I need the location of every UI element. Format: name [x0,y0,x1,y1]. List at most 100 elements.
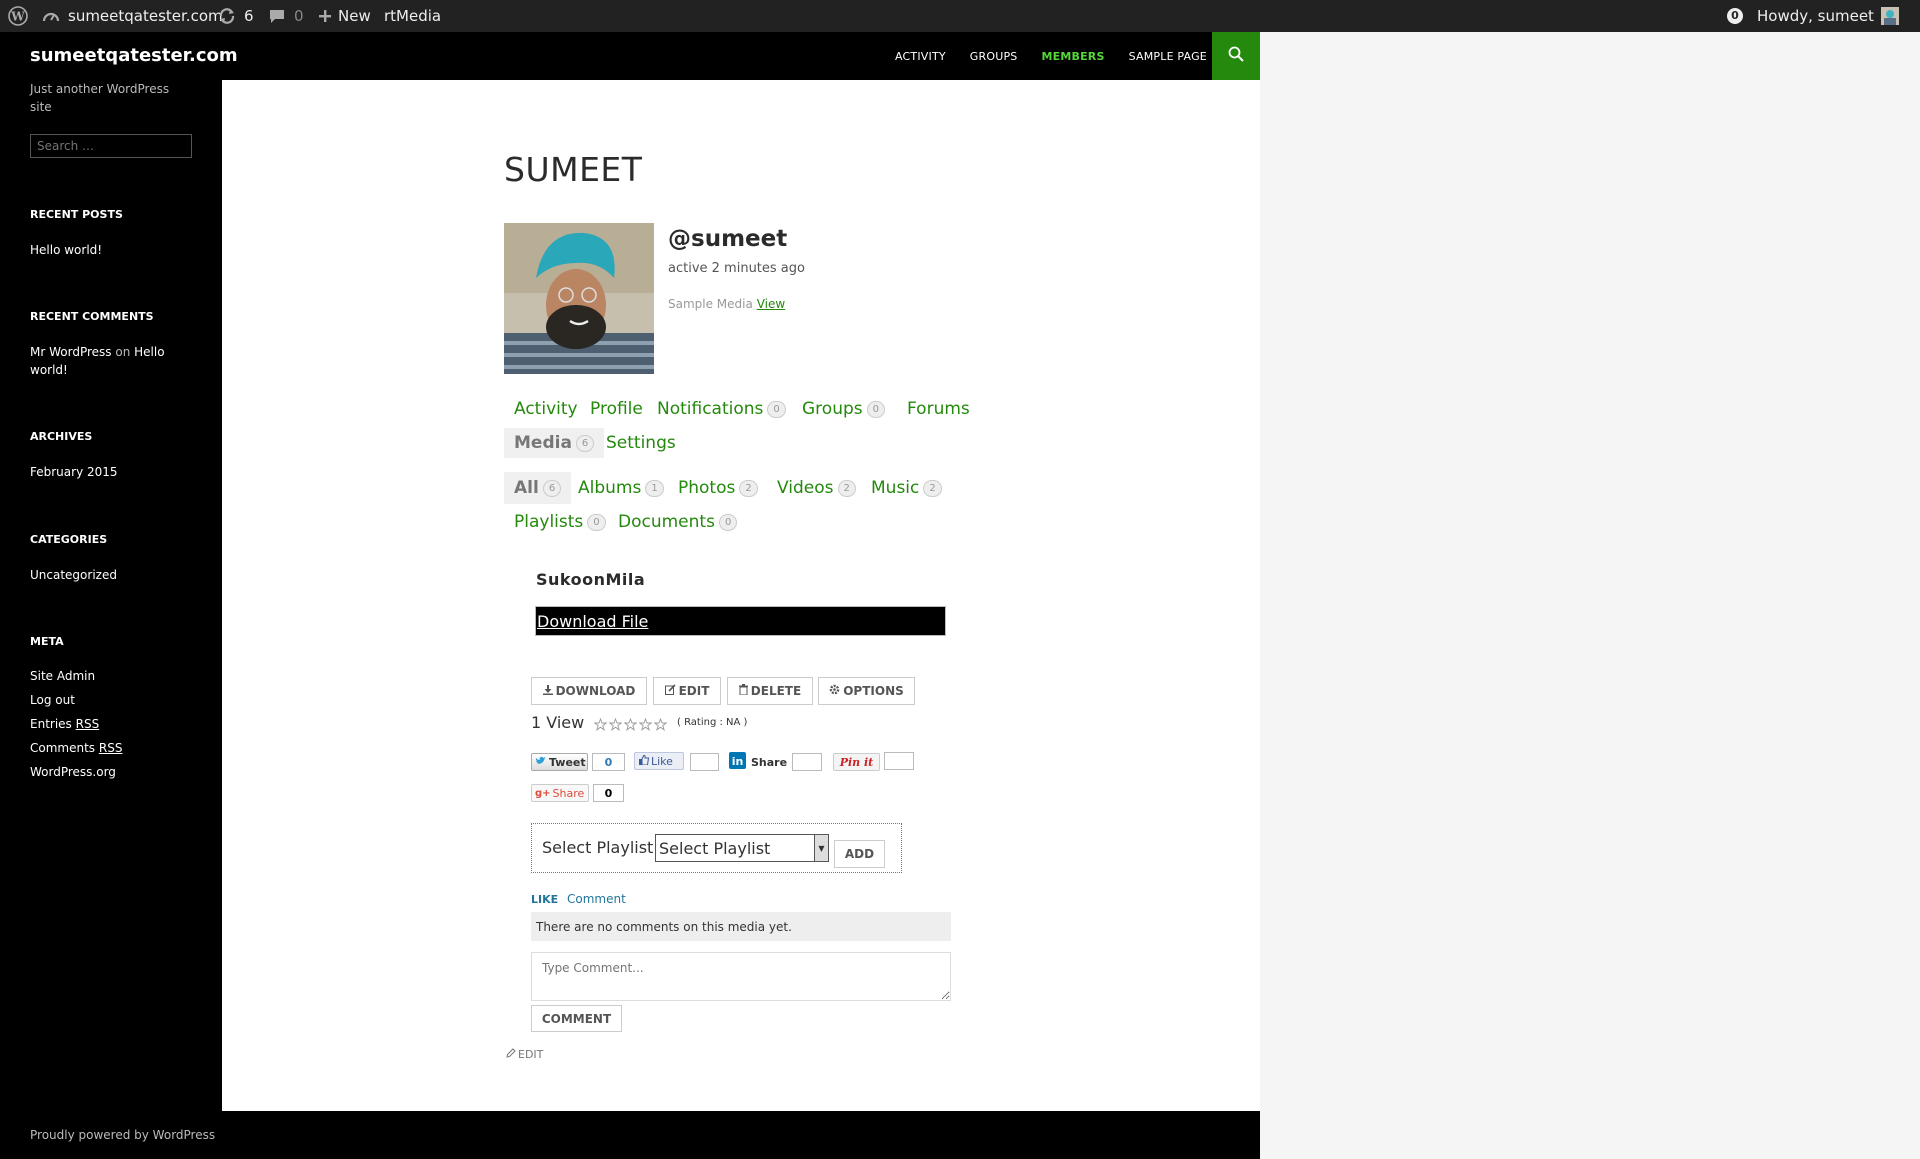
subtab-albums[interactable]: Albums 1 [568,472,674,504]
comments-menu[interactable]: 0 [268,0,304,32]
edit-button[interactable]: EDIT [653,677,721,705]
download-button[interactable]: DOWNLOAD [531,677,647,705]
nav-activity[interactable]: ACTIVITY [895,50,946,63]
trash-icon [738,684,748,698]
site-name-menu[interactable]: sumeetqatester.com [42,0,223,32]
subtab-documents[interactable]: Documents 0 [608,506,747,538]
footer-credit[interactable]: Proudly powered by WordPress [30,1128,215,1142]
meta-site-admin-link[interactable]: Site Admin [30,667,180,685]
count-badge: 0 [767,400,786,418]
subtab-playlists[interactable]: Playlists 0 [504,506,616,538]
wordpress-logo-icon[interactable]: W [8,0,28,32]
meta-logout-link[interactable]: Log out [30,691,180,709]
tab-label: All [514,478,539,498]
subtab-all[interactable]: All 6 [504,472,572,504]
count-badge: 2 [739,479,758,497]
pencil-icon [506,1048,516,1061]
linkedin-share-button[interactable]: in Share [729,752,788,771]
count-badge: 2 [923,479,942,497]
subtab-videos[interactable]: Videos 2 [767,472,866,504]
star-icon[interactable] [593,716,608,735]
tab-label: Media [514,433,572,453]
tab-label: Profile [590,399,643,419]
tweet-button[interactable]: Tweet [531,753,588,771]
twitter-bird-icon [535,756,546,769]
google-plus-count: 0 [593,784,624,802]
subtab-music[interactable]: Music 2 [861,472,952,504]
like-media-link[interactable]: LIKE [531,893,558,906]
star-icon[interactable] [638,716,653,735]
recent-comments-title: RECENT COMMENTS [30,310,154,323]
new-content-menu[interactable]: New [318,0,371,32]
star-icon[interactable] [623,716,638,735]
star-icon[interactable] [608,716,623,735]
updates-count: 6 [244,6,254,25]
tab-forums[interactable]: Forums [897,394,980,424]
media-player-box: Download File [535,606,946,636]
new-label: New [338,6,371,25]
facebook-like-button[interactable]: Like [634,752,684,770]
tab-profile[interactable]: Profile [580,394,653,424]
comment-link[interactable]: Comment [567,892,626,906]
notifications-menu[interactable]: 0 [1727,0,1747,32]
options-button[interactable]: OPTIONS [818,677,915,705]
svg-text:in: in [732,755,744,768]
tab-settings[interactable]: Settings [596,428,686,458]
site-title[interactable]: sumeetqatester.com [30,45,238,66]
gear-icon [829,684,840,698]
view-link[interactable]: View [757,297,785,311]
nav-members[interactable]: MEMBERS [1042,50,1105,63]
count-badge: 2 [837,479,856,497]
comment-post-link[interactable]: Hello [134,345,164,359]
updates-menu[interactable]: 6 [218,0,254,32]
thumbs-up-icon [639,753,650,768]
linkedin-share-label: Share [751,755,788,769]
rtmedia-menu[interactable]: rtMedia [384,0,441,32]
nav-groups[interactable]: GROUPS [970,50,1018,63]
playlist-select[interactable]: Select Playlist ▼ [655,834,829,862]
google-plus-share-button[interactable]: g+ Share [531,784,589,802]
options-label: OPTIONS [843,684,904,698]
edit-label: EDIT [518,1048,544,1061]
tab-groups[interactable]: Groups 0 [792,394,895,424]
add-to-playlist-button[interactable]: ADD [834,840,885,868]
comment-submit-button[interactable]: COMMENT [531,1005,622,1032]
tab-activity[interactable]: Activity [504,394,588,424]
star-icon[interactable] [653,716,668,735]
rss-abbr: RSS [75,717,100,731]
category-link[interactable]: Uncategorized [30,566,180,584]
site-name-label: sumeetqatester.com [68,6,223,25]
comment-post-link-cont[interactable]: world! [30,363,68,377]
tab-label: Photos [678,478,736,498]
comment-author-link[interactable]: Mr WordPress [30,345,112,359]
comment-input[interactable] [531,952,951,1001]
pinterest-pin-button[interactable]: Pin it [833,753,880,771]
nav-sample-page[interactable]: SAMPLE PAGE [1129,50,1207,63]
tab-label: Groups [802,399,863,419]
rss-abbr: RSS [98,741,123,755]
page-edit-link[interactable]: EDIT [506,1048,543,1061]
meta-comments-rss-link[interactable]: Comments RSS [30,739,180,757]
chevron-down-icon: ▼ [814,835,828,861]
comments-count: 0 [294,6,304,25]
meta-title: META [30,635,64,648]
tab-media[interactable]: Media 6 [504,428,605,458]
search-toggle-button[interactable] [1212,32,1260,80]
download-file-link[interactable]: Download File [537,612,648,631]
tab-label: Notifications [657,399,764,419]
star-rating[interactable] [593,716,668,735]
recent-comment-item: Mr WordPress on Hello world! [30,343,180,379]
sidebar-search-input[interactable] [30,134,192,158]
view-count: 1 View [531,713,585,732]
archive-link[interactable]: February 2015 [30,463,180,481]
delete-button[interactable]: DELETE [727,677,813,705]
meta-entries-rss-link[interactable]: Entries RSS [30,715,180,733]
tab-notifications[interactable]: Notifications 0 [647,394,796,424]
count-badge: 6 [542,479,562,497]
profile-avatar[interactable] [504,223,654,374]
like-label: Like [651,754,673,768]
my-account-menu[interactable]: Howdy, sumeet [1757,0,1899,32]
meta-wordpress-link[interactable]: WordPress.org [30,763,180,781]
recent-post-link[interactable]: Hello world! [30,241,180,259]
subtab-photos[interactable]: Photos 2 [668,472,768,504]
